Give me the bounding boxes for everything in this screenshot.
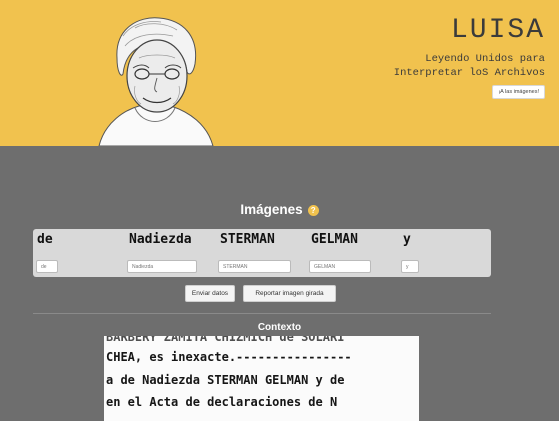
app-title: LUISA	[450, 15, 545, 46]
report-rotated-image-button[interactable]: Reportar imagen girada	[243, 285, 336, 302]
word-transcription-panel: de Nadiezda STERMAN GELMAN y de Nadiezda…	[33, 229, 491, 277]
document-line: en el Acta de declaraciones de N	[106, 395, 338, 409]
elderly-woman-portrait	[98, 17, 214, 146]
document-line: CHEA, es inexacte.----------------	[106, 350, 352, 364]
word-input[interactable]: de	[36, 260, 58, 273]
word-input[interactable]: y	[401, 260, 419, 273]
document-line: BARBERY ZAMITA CHIZMICH de SOLARI	[106, 336, 345, 344]
context-title: Contexto	[257, 322, 302, 333]
word-input[interactable]: GELMAN	[309, 260, 371, 273]
submit-data-button[interactable]: Enviar datos	[185, 285, 235, 302]
word-input[interactable]: Nadiezda	[127, 260, 197, 273]
brand-block: LUISA Leyendo Unidos para Interpretar lo…	[394, 16, 545, 80]
go-to-images-button[interactable]: ¡A las imágenes!	[492, 85, 545, 99]
word-image: Nadiezda	[129, 232, 192, 247]
app-subtitle-line2: Interpretar loS Archivos	[393, 67, 545, 79]
section-divider	[33, 313, 491, 314]
word-image: STERMAN	[220, 232, 275, 247]
word-image: de	[37, 232, 53, 247]
word-image: y	[403, 232, 411, 247]
help-icon[interactable]: ?	[307, 204, 319, 216]
images-section-header: Imágenes?	[0, 202, 559, 217]
word-input[interactable]: STERMAN	[218, 260, 291, 273]
document-line: a de Nadiezda STERMAN GELMAN y de	[106, 373, 345, 387]
header-banner: LUISA Leyendo Unidos para Interpretar lo…	[0, 0, 559, 146]
context-document-image: BARBERY ZAMITA CHIZMICH de SOLARI CHEA, …	[104, 336, 419, 421]
word-image: GELMAN	[311, 232, 358, 247]
app-subtitle-line1: Leyendo Unidos para	[425, 53, 545, 65]
section-title: Imágenes	[240, 202, 303, 217]
